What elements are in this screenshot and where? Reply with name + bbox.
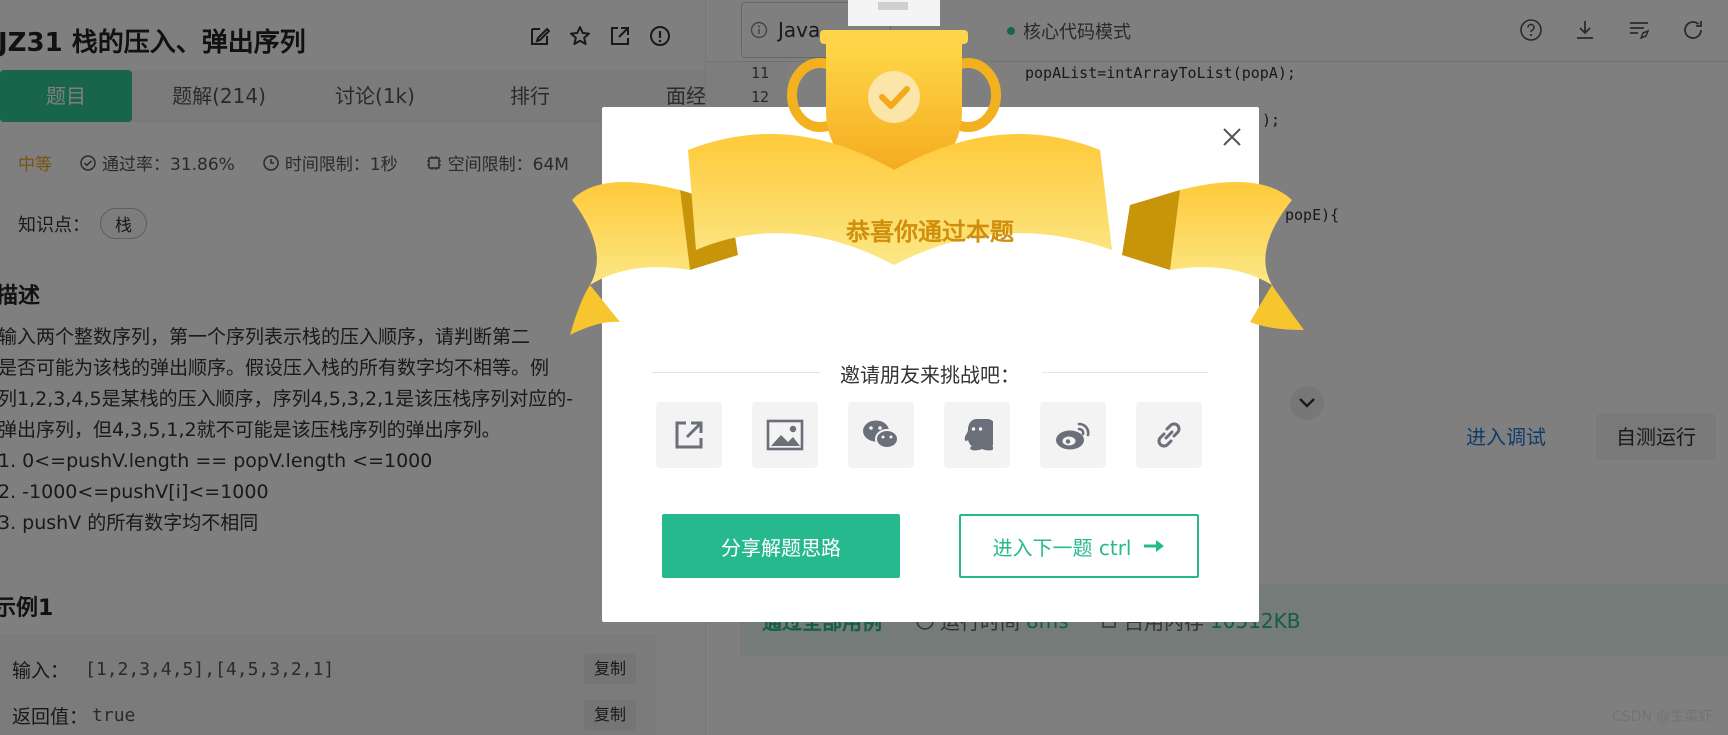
image-icon[interactable] (752, 402, 818, 468)
wechat-icon[interactable] (848, 402, 914, 468)
arrow-right-icon (1144, 540, 1165, 552)
invite-text: 邀请朋友来挑战吧： (840, 363, 1020, 387)
trophy-icon (570, 0, 1304, 335)
qq-icon[interactable] (944, 402, 1010, 468)
weibo-icon[interactable] (1040, 402, 1106, 468)
congrats-title: 恭喜你通过本题 (846, 218, 1014, 246)
trophy-banner: 恭喜你通过本题 (560, 0, 1320, 350)
share-options (656, 402, 1202, 468)
share-out-icon[interactable] (656, 402, 722, 468)
next-problem-button[interactable]: 进入下一题 ctrl (959, 514, 1199, 578)
share-solution-button[interactable]: 分享解题思路 (662, 514, 900, 578)
next-problem-label: 进入下一题 ctrl (992, 535, 1132, 560)
invite-divider: 邀请朋友来挑战吧： (652, 357, 1208, 387)
link-icon[interactable] (1136, 402, 1202, 468)
